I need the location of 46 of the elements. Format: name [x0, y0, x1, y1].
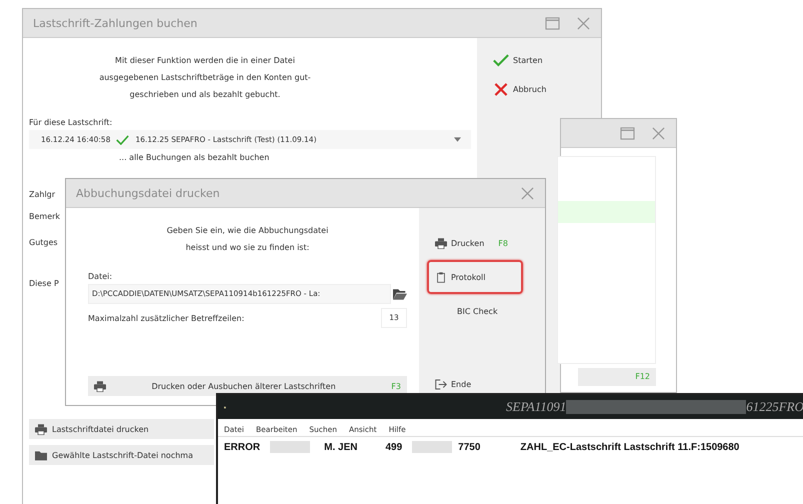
- older-debits-button[interactable]: Drucken oder Ausbuchen älterer Lastschriften F3: [88, 376, 407, 396]
- selection-label: Für diese Lastschrift:: [29, 118, 114, 127]
- close-icon[interactable]: [651, 126, 666, 140]
- maximize-icon[interactable]: [545, 16, 560, 30]
- text-line: ZAHL_EC-Lastschrift Lastschrift 11.F:1509680: [520, 442, 740, 452]
- redaction-block: [270, 441, 310, 453]
- cross-icon: [493, 83, 509, 96]
- caret-icon: [454, 137, 461, 142]
- field-label: Bemerk: [29, 212, 60, 221]
- folder-icon[interactable]: [393, 288, 407, 300]
- printer-icon: [35, 424, 47, 434]
- field-label: Diese P: [29, 279, 59, 288]
- action-button[interactable]: Protokoll: [427, 260, 523, 294]
- maximize-icon[interactable]: [620, 126, 635, 140]
- file-label: Datei:: [88, 272, 114, 281]
- instructions-text: Geben Sie ein, wie die Abbuchungsdatei heisst und wo sie zu finden ist:: [166, 225, 330, 254]
- close-icon[interactable]: [576, 16, 591, 30]
- field-label: Zahlgr: [29, 190, 56, 199]
- window-title: Lastschrift-Zahlungen buchen: [33, 16, 198, 30]
- folder-icon: [35, 450, 47, 460]
- shortcut-label: F12: [578, 368, 656, 386]
- dialog-title: Abbuchungsdatei drucken: [76, 186, 221, 200]
- window-title: SEPA11091: [506, 399, 566, 415]
- action-button[interactable]: Drucken F8: [427, 226, 523, 260]
- redaction-block: [412, 441, 452, 453]
- exit-icon: [435, 378, 447, 390]
- text-line: M. JEN: [324, 442, 358, 452]
- clipboard-icon: [435, 272, 447, 282]
- action-button[interactable]: Gewählte Lastschrift-Datei nochma: [29, 445, 214, 465]
- text-line: 7750: [458, 442, 480, 452]
- printer-icon: [435, 238, 447, 248]
- action-button[interactable]: Abbruch: [493, 83, 601, 96]
- max-lines-label: Maximalzahl zusätzlicher Betreffzeilen:: [88, 314, 244, 322]
- field-label: Gutges: [29, 238, 58, 247]
- action-button[interactable]: Ende: [427, 374, 523, 394]
- description-text: Mit dieser Funktion werden die in einer Datei ausgegebenen Lastschriftbeträge in den Konten gut- geschrieben und als bezahlt gebucht.: [98, 55, 312, 101]
- selection-note: ... alle Buchungen als bezahlt buchen: [118, 153, 270, 162]
- action-button[interactable]: Lastschriftdatei drucken: [29, 419, 214, 439]
- action-button[interactable]: BIC Check: [427, 294, 523, 328]
- check-icon: [116, 134, 130, 144]
- action-button[interactable]: Starten: [493, 54, 601, 67]
- text-line: 499: [385, 442, 402, 452]
- close-icon[interactable]: [520, 186, 535, 200]
- text-line: ERROR: [224, 442, 260, 452]
- printer-icon: [94, 380, 106, 392]
- check-icon: [493, 54, 509, 67]
